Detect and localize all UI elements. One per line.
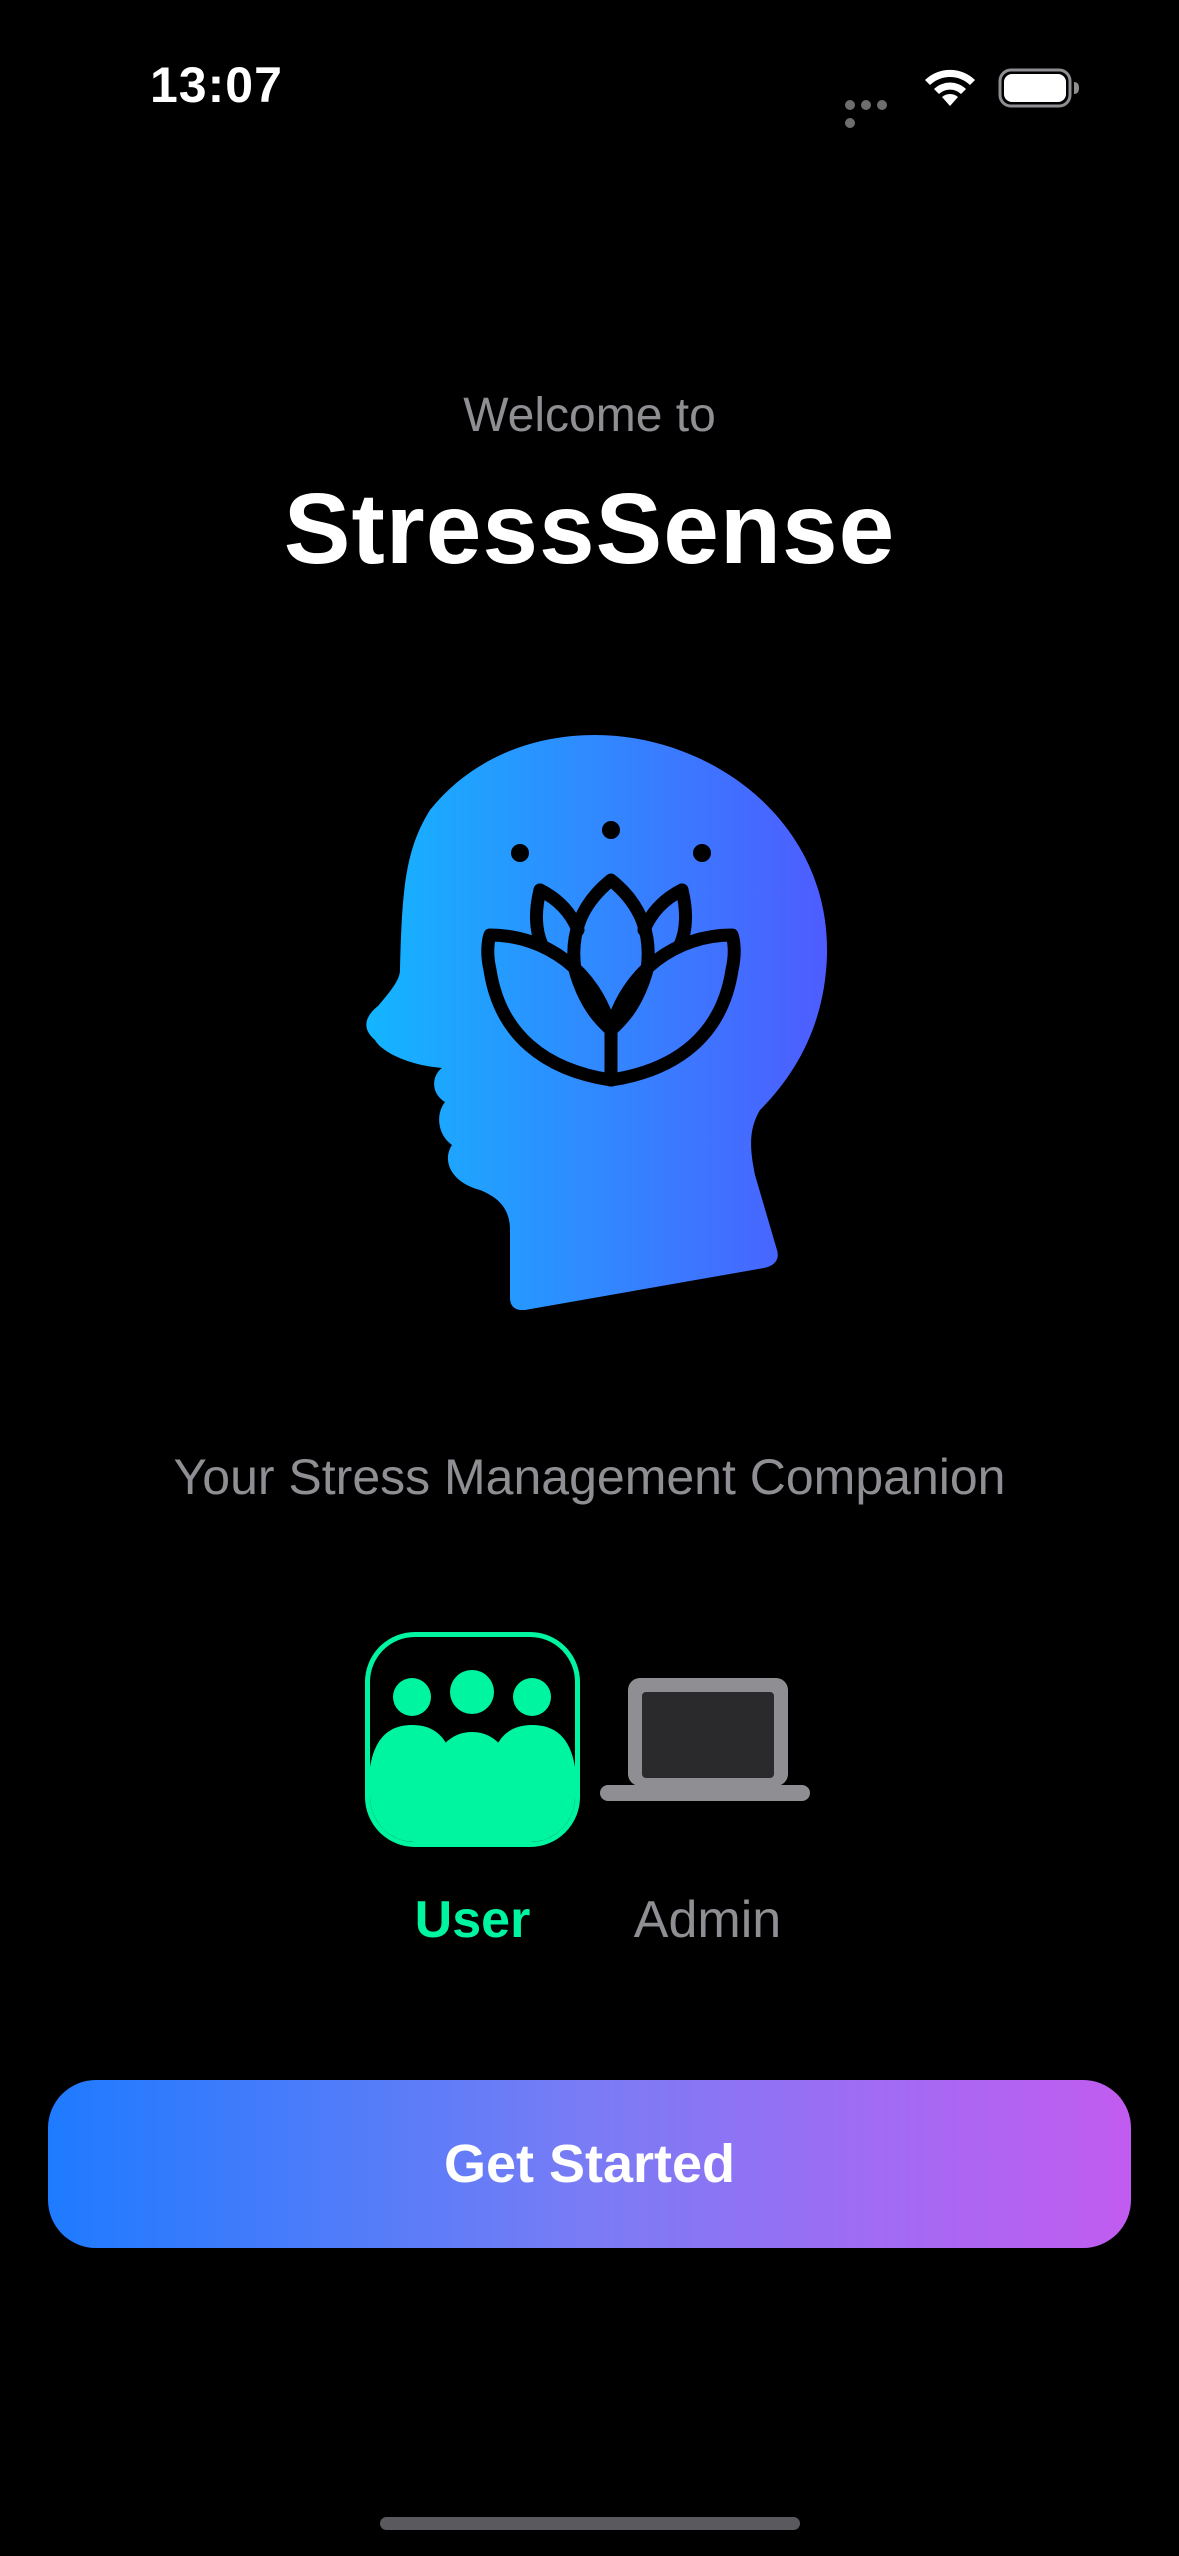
people-group-icon (370, 1670, 575, 1842)
status-time: 13:07 (150, 57, 283, 113)
tagline: Your Stress Management Companion (173, 1449, 1006, 1505)
head-lotus-icon (366, 735, 828, 1310)
role-label-admin: Admin (633, 1891, 782, 1949)
role-option-admin[interactable]: Admin (600, 1632, 815, 1962)
home-indicator[interactable] (380, 2517, 800, 2530)
admin-role-icon-box[interactable] (600, 1632, 815, 1847)
user-role-icon-box[interactable] (365, 1632, 580, 1847)
battery-icon (998, 68, 1079, 108)
app-title: StressSense (283, 473, 896, 585)
welcome-text: Welcome to (463, 389, 716, 442)
status-bar: 13:07 (0, 0, 1179, 170)
role-label-user: User (414, 1891, 531, 1949)
role-option-user[interactable]: User (365, 1632, 580, 1962)
laptop-icon (600, 1678, 810, 1801)
cellular-dots-icon (845, 97, 905, 128)
wifi-icon (925, 69, 975, 106)
get-started-button[interactable]: Get Started (48, 2080, 1131, 2248)
